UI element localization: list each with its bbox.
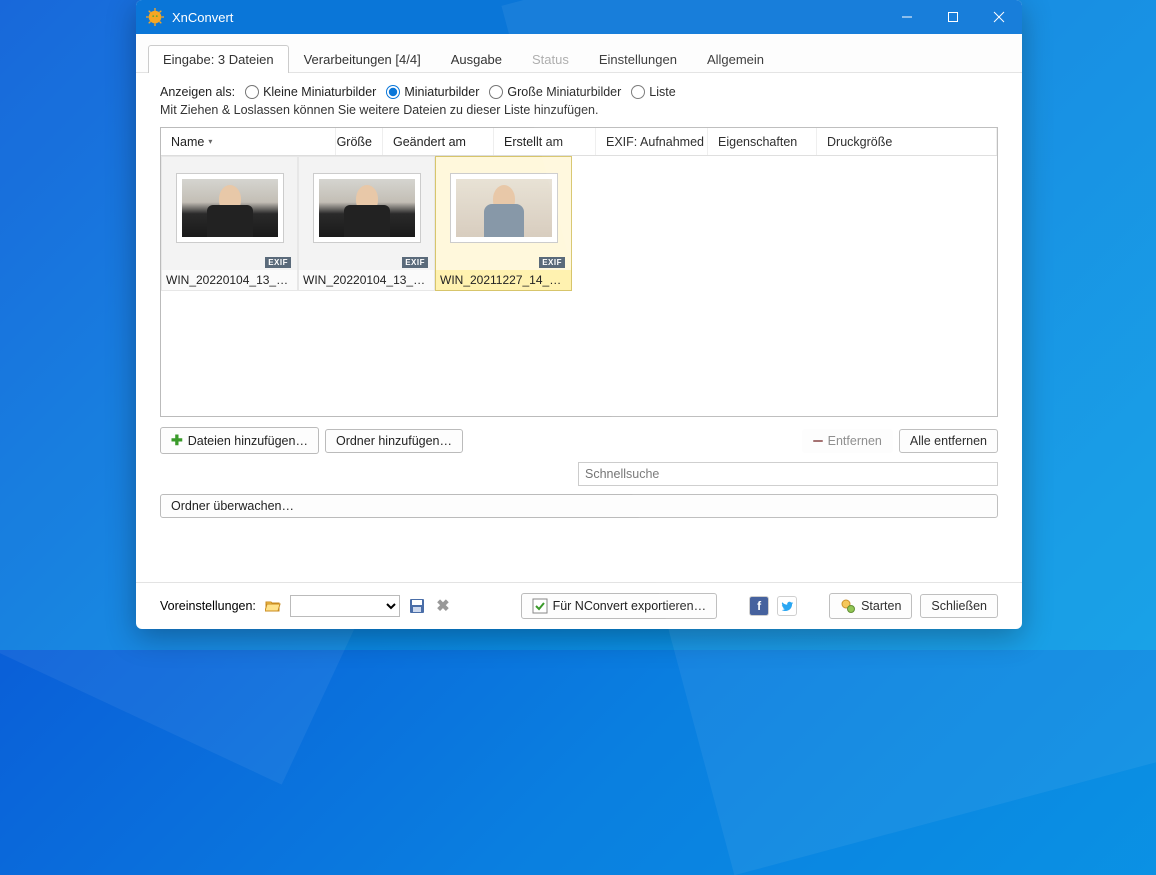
app-window: XnConvert Eingabe: 3 Dateien Verarbeitun… [136,0,1022,629]
view-as-row: Anzeigen als: Kleine Miniaturbilder Mini… [160,85,998,99]
tab-output[interactable]: Ausgabe [436,45,517,73]
file-thumb[interactable]: EXIF WIN_20220104_13_1… [161,156,298,291]
tab-label: Status [532,52,569,67]
file-list-panel: Name▾ Größe Geändert am Erstellt am EXIF… [160,127,998,417]
watch-row: Ordner überwachen… [160,494,998,532]
maximize-button[interactable] [930,0,976,34]
presets-label: Voreinstellungen: [160,599,256,613]
tab-about[interactable]: Allgemein [692,45,779,73]
file-thumb[interactable]: EXIF WIN_20220104_13_1… [298,156,435,291]
col-props[interactable]: Eigenschaften [708,128,817,155]
minimize-button[interactable] [884,0,930,34]
tab-label: Allgemein [707,52,764,67]
file-actions-row: ✚Dateien hinzufügen… Ordner hinzufügen… … [160,417,998,460]
body-panel: Anzeigen als: Kleine Miniaturbilder Mini… [136,73,1022,582]
footer-bar: Voreinstellungen: ✖ Für NConvert exporti… [136,582,1022,629]
thumb-frame [450,173,558,243]
watch-folder-button[interactable]: Ordner überwachen… [160,494,998,518]
col-modified[interactable]: Geändert am [383,128,494,155]
tab-settings[interactable]: Einstellungen [584,45,692,73]
close-app-button[interactable]: Schließen [920,594,998,618]
titlebar: XnConvert [136,0,1022,34]
col-name[interactable]: Name▾ [161,128,336,155]
exif-badge: EXIF [265,257,291,268]
radio-small-thumbs[interactable]: Kleine Miniaturbilder [245,85,376,99]
save-icon[interactable] [408,597,426,615]
export-nconvert-button[interactable]: Für NConvert exportieren… [521,593,718,619]
facebook-icon[interactable]: f [749,596,769,616]
gear-run-icon [840,598,856,614]
tab-strip: Eingabe: 3 Dateien Verarbeitungen [4/4] … [136,34,1022,73]
col-printsize[interactable]: Druckgröße [817,128,997,155]
plus-icon: ✚ [171,432,183,449]
tab-actions[interactable]: Verarbeitungen [4/4] [289,45,436,73]
presets-select[interactable] [290,595,400,617]
radio-label: Kleine Miniaturbilder [263,85,376,99]
export-icon [532,598,548,614]
folder-open-icon[interactable] [264,597,282,615]
remove-all-button[interactable]: Alle entfernen [899,429,998,453]
tab-label: Verarbeitungen [4/4] [304,52,421,67]
radio-label: Liste [649,85,675,99]
tab-input[interactable]: Eingabe: 3 Dateien [148,45,289,73]
add-folder-button[interactable]: Ordner hinzufügen… [325,429,463,453]
tab-label: Eingabe: 3 Dateien [163,52,274,67]
exif-badge: EXIF [539,257,565,268]
add-files-button[interactable]: ✚Dateien hinzufügen… [160,427,319,454]
radio-thumbnails[interactable]: Miniaturbilder [386,85,479,99]
file-name: WIN_20220104_13_1… [162,270,297,290]
thumbnail-area[interactable]: EXIF WIN_20220104_13_1… EXIF WIN_2022010… [161,156,997,416]
search-row [160,460,998,494]
twitter-icon[interactable] [777,596,797,616]
tab-label: Ausgabe [451,52,502,67]
start-button[interactable]: Starten [829,593,912,619]
col-created[interactable]: Erstellt am [494,128,596,155]
minus-icon [813,440,823,442]
thumb-frame [176,173,284,243]
exif-badge: EXIF [402,257,428,268]
sort-arrow-icon: ▾ [208,137,212,146]
delete-preset-icon[interactable]: ✖ [434,597,452,615]
tab-status[interactable]: Status [517,45,584,73]
remove-button[interactable]: Entfernen [802,429,893,453]
radio-label: Miniaturbilder [404,85,479,99]
app-logo-icon [146,8,164,26]
file-name: WIN_20211227_14_3… [436,270,571,290]
col-size[interactable]: Größe [336,128,383,155]
col-exif[interactable]: EXIF: Aufnahmed [596,128,708,155]
close-button[interactable] [976,0,1022,34]
quicksearch-input[interactable] [578,462,998,486]
drop-hint: Mit Ziehen & Loslassen können Sie weiter… [160,103,998,117]
view-as-label: Anzeigen als: [160,85,235,99]
file-thumb[interactable]: EXIF WIN_20211227_14_3… [435,156,572,291]
radio-label: Große Miniaturbilder [507,85,621,99]
window-title: XnConvert [172,10,884,25]
file-name: WIN_20220104_13_1… [299,270,434,290]
column-headers: Name▾ Größe Geändert am Erstellt am EXIF… [161,128,997,156]
radio-large-thumbs[interactable]: Große Miniaturbilder [489,85,621,99]
tab-label: Einstellungen [599,52,677,67]
radio-list[interactable]: Liste [631,85,675,99]
thumb-frame [313,173,421,243]
